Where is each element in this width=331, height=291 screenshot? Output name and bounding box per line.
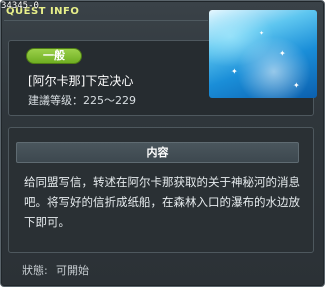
status-label: 狀態:	[22, 264, 48, 277]
status-value: 可開始	[56, 264, 89, 277]
quest-name: [阿尔卡那]下定决心	[28, 74, 134, 88]
content-section-header: 内容	[16, 142, 299, 163]
category-badge: 一般	[26, 48, 82, 64]
sparkling-water-illustration: ✦ ✦ ✦ ✦	[209, 10, 317, 98]
sparkle-icon: ✦	[231, 67, 238, 76]
quest-description: 给同盟写信，转述在阿尔卡那获取的关于神秘河的消息吧。将写好的信折成纸船，在森林入…	[24, 175, 300, 229]
quest-code: 34345-0	[1, 1, 39, 11]
sparkle-icon: ✦	[279, 49, 286, 58]
sparkle-icon: ✦	[259, 30, 265, 37]
sparkle-icon: ✦	[293, 81, 300, 90]
recommended-level: 建議等级：225～229	[28, 94, 136, 107]
title-divider	[4, 20, 208, 21]
